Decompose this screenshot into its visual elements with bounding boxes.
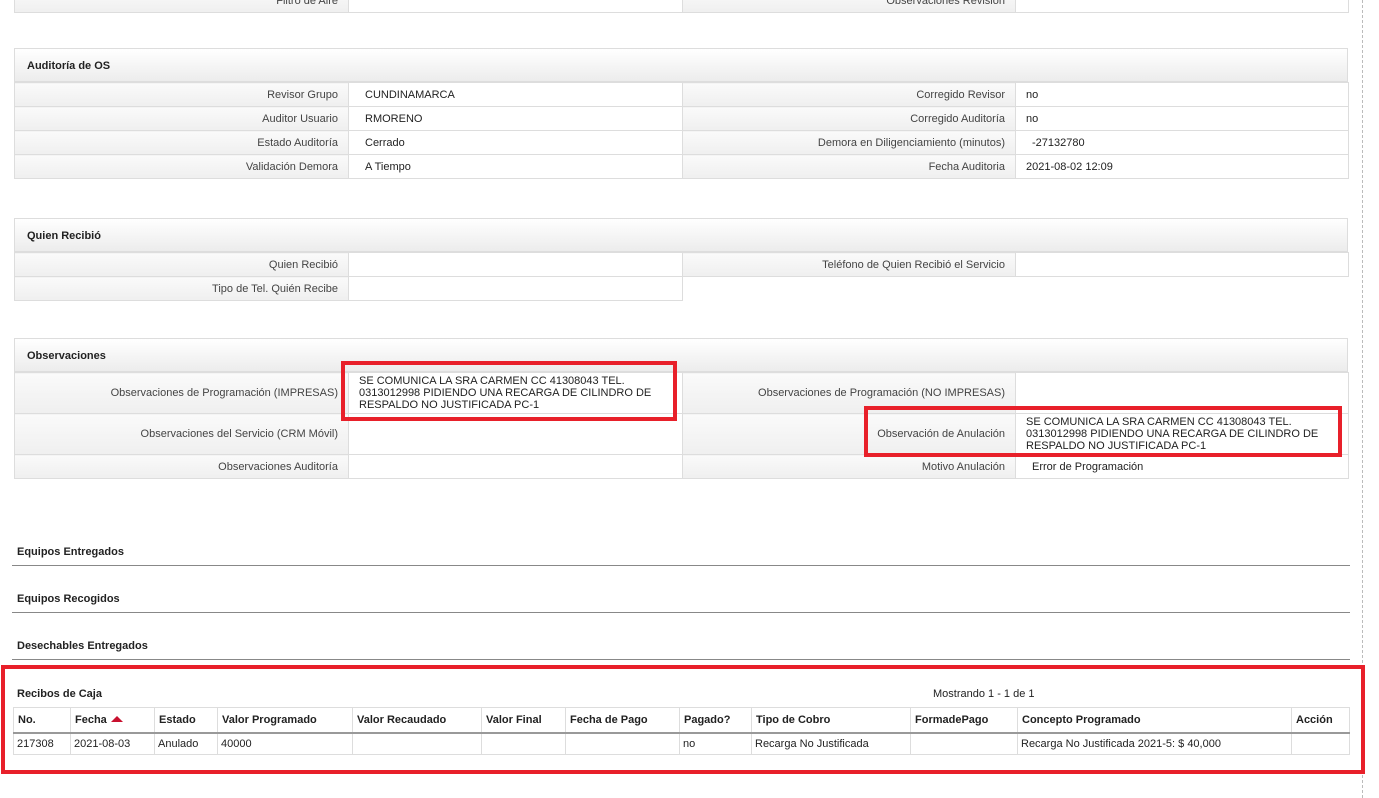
cell-forma-pago xyxy=(910,732,1018,755)
tipo-tel-label: Tipo de Tel. Quién Recibe xyxy=(14,276,349,301)
observaciones-title: Observaciones xyxy=(14,338,1348,372)
col-fecha[interactable]: Fecha xyxy=(70,707,155,734)
cell-valor-final xyxy=(481,732,566,755)
table-row[interactable]: 217308 2021-08-03 Anulado 40000 no Recar… xyxy=(13,732,1350,755)
cell-fecha: 2021-08-03 xyxy=(70,732,155,755)
col-valor-programado[interactable]: Valor Programado xyxy=(217,707,353,734)
cell-concepto-programado: Recarga No Justificada 2021-5: $ 40,000 xyxy=(1017,732,1292,755)
telefono-quien-recibio-value xyxy=(1015,252,1349,277)
filtro-aire-label: Filtro de Aire xyxy=(14,0,349,13)
col-estado[interactable]: Estado xyxy=(154,707,218,734)
validacion-demora-label: Validación Demora xyxy=(14,154,349,179)
validacion-demora-value: A Tiempo xyxy=(348,154,683,179)
cell-valor-programado: 40000 xyxy=(217,732,353,755)
cell-accion[interactable] xyxy=(1291,732,1350,755)
auditoria-panel: Auditoría de OS Revisor Grupo CUNDINAMAR… xyxy=(14,48,1349,179)
cell-tipo-cobro: Recarga No Justificada xyxy=(751,732,911,755)
col-valor-final[interactable]: Valor Final xyxy=(481,707,566,734)
table-row: Validación Demora A Tiempo Fecha Auditor… xyxy=(14,154,1349,179)
top-partial-row: Filtro de Aire Observaciones Revisión xyxy=(14,0,1349,13)
col-forma-pago[interactable]: FormadePago xyxy=(910,707,1018,734)
estado-auditoria-label: Estado Auditoría xyxy=(14,130,349,155)
highlight-box-obs-impresas xyxy=(341,361,677,421)
recibos-table: No. Fecha Estado Valor Programado Valor … xyxy=(13,707,1350,755)
observaciones-revision-value xyxy=(1015,0,1349,13)
demora-diligenciamiento-value: -27132780 xyxy=(1015,130,1349,155)
section-equipos-entregados[interactable]: Equipos Entregados xyxy=(12,546,1350,566)
cell-pagado: no xyxy=(679,732,752,755)
quien-recibio-title: Quien Recibió xyxy=(14,218,1348,252)
obs-auditoria-label: Observaciones Auditoría xyxy=(14,454,349,479)
corregido-auditoria-value: no xyxy=(1015,106,1349,131)
quien-recibio-label: Quien Recibió xyxy=(14,252,349,277)
tipo-tel-value xyxy=(348,276,683,301)
obs-servicio-label: Observaciones del Servicio (CRM Móvil) xyxy=(14,413,349,455)
revisor-grupo-label: Revisor Grupo xyxy=(14,82,349,107)
paging-status: Mostrando 1 - 1 de 1 xyxy=(933,688,1035,700)
motivo-anulacion-label: Motivo Anulación xyxy=(682,454,1016,479)
motivo-anulacion-value: Error de Programación xyxy=(1015,454,1349,479)
cell-fecha-pago xyxy=(565,732,680,755)
fecha-auditoria-value: 2021-08-02 12:09 xyxy=(1015,154,1349,179)
obs-auditoria-value xyxy=(348,454,683,479)
telefono-quien-recibio-label: Teléfono de Quien Recibió el Servicio xyxy=(682,252,1016,277)
fecha-auditoria-label: Fecha Auditoria xyxy=(682,154,1016,179)
auditor-usuario-value: RMORENO xyxy=(348,106,683,131)
observaciones-revision-label: Observaciones Revisión xyxy=(682,0,1016,13)
table-row: Quien Recibió Teléfono de Quien Recibió … xyxy=(14,252,1349,277)
revisor-grupo-value: CUNDINAMARCA xyxy=(348,82,683,107)
table-row: Tipo de Tel. Quién Recibe xyxy=(14,276,1349,301)
col-fecha-pago[interactable]: Fecha de Pago xyxy=(565,707,680,734)
col-pagado[interactable]: Pagado? xyxy=(679,707,752,734)
corregido-auditoria-label: Corregido Auditoría xyxy=(682,106,1016,131)
demora-diligenciamiento-label: Demora en Diligenciamiento (minutos) xyxy=(682,130,1016,155)
section-desechables-entregados[interactable]: Desechables Entregados xyxy=(12,640,1350,660)
col-concepto-programado[interactable]: Concepto Programado xyxy=(1017,707,1292,734)
table-row: Observaciones Auditoría Motivo Anulación… xyxy=(14,454,1349,479)
cell-valor-recaudado xyxy=(352,732,482,755)
filtro-aire-value xyxy=(348,0,683,13)
cell-estado: Anulado xyxy=(154,732,218,755)
corregido-revisor-value: no xyxy=(1015,82,1349,107)
quien-recibio-panel: Quien Recibió Quien Recibió Teléfono de … xyxy=(14,218,1349,301)
col-tipo-cobro[interactable]: Tipo de Cobro xyxy=(751,707,911,734)
auditoria-title: Auditoría de OS xyxy=(14,48,1348,82)
table-header-row: No. Fecha Estado Valor Programado Valor … xyxy=(13,707,1350,734)
auditor-usuario-label: Auditor Usuario xyxy=(14,106,349,131)
col-valor-recaudado[interactable]: Valor Recaudado xyxy=(352,707,482,734)
table-row: Revisor Grupo CUNDINAMARCA Corregido Rev… xyxy=(14,82,1349,107)
section-equipos-recogidos[interactable]: Equipos Recogidos xyxy=(12,593,1350,613)
table-row: Auditor Usuario RMORENO Corregido Audito… xyxy=(14,106,1349,131)
recibos-title: Recibos de Caja xyxy=(17,688,102,700)
highlight-box-obs-anulacion xyxy=(864,406,1342,457)
estado-auditoria-value: Cerrado xyxy=(348,130,683,155)
corregido-revisor-label: Corregido Revisor xyxy=(682,82,1016,107)
sort-ascending-icon xyxy=(110,716,123,722)
quien-recibio-value xyxy=(348,252,683,277)
col-accion[interactable]: Acción xyxy=(1291,707,1350,734)
table-row: Estado Auditoría Cerrado Demora en Dilig… xyxy=(14,130,1349,155)
obs-programacion-impresas-label: Observaciones de Programación (IMPRESAS) xyxy=(14,372,349,414)
col-no[interactable]: No. xyxy=(13,707,71,734)
cell-no: 217308 xyxy=(13,732,71,755)
